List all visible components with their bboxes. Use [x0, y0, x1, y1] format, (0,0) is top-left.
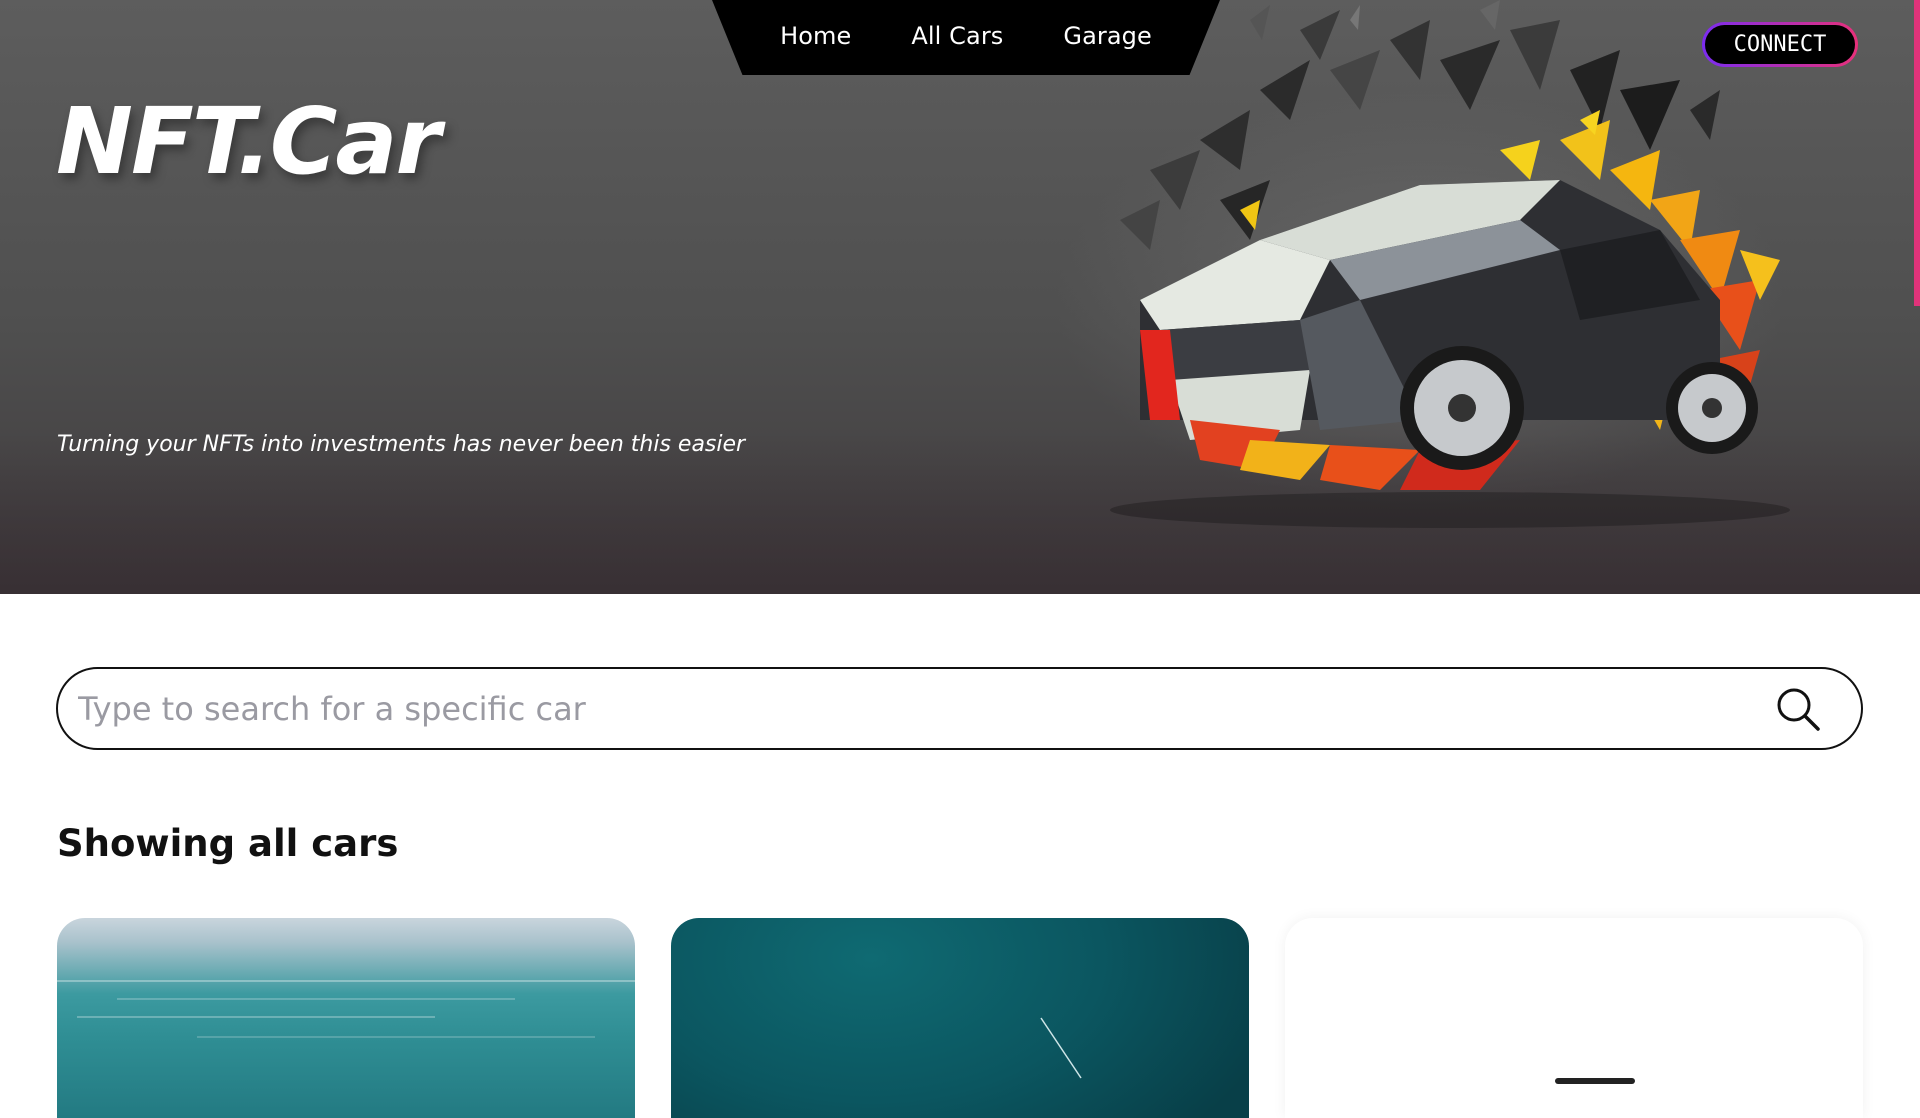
scrollbar-thumb[interactable]	[1914, 0, 1920, 306]
car-card[interactable]	[57, 918, 635, 1118]
card-image-detail	[1040, 1017, 1082, 1079]
car-card-list	[57, 918, 1863, 1118]
wave-foam	[117, 998, 515, 1000]
nav-link-all-cars[interactable]: All Cars	[911, 22, 1003, 50]
car-artwork	[1110, 0, 1790, 528]
connect-button[interactable]: CONNECT	[1702, 22, 1858, 67]
car-card[interactable]	[1285, 918, 1863, 1118]
wave-foam	[77, 1016, 435, 1018]
brand-logo[interactable]: NFT.Car	[56, 96, 441, 188]
wave-foam	[57, 980, 635, 982]
hero-tagline: Turning your NFTs into investments has n…	[57, 432, 746, 457]
nav-link-home[interactable]: Home	[780, 22, 851, 50]
main-nav: Home All Cars Garage	[712, 0, 1220, 75]
search-icon[interactable]	[1775, 686, 1821, 732]
search-input[interactable]	[76, 688, 1775, 729]
search-bar	[56, 667, 1863, 750]
car-reflection	[1110, 492, 1790, 528]
hero-banner: Home All Cars Garage CONNECT NFT.Car Tur…	[0, 0, 1920, 594]
section-title: Showing all cars	[57, 822, 399, 865]
car-card[interactable]	[671, 918, 1249, 1118]
card-image-detail	[1555, 1078, 1635, 1084]
wave-foam	[197, 1036, 595, 1038]
nav-link-garage[interactable]: Garage	[1063, 22, 1151, 50]
